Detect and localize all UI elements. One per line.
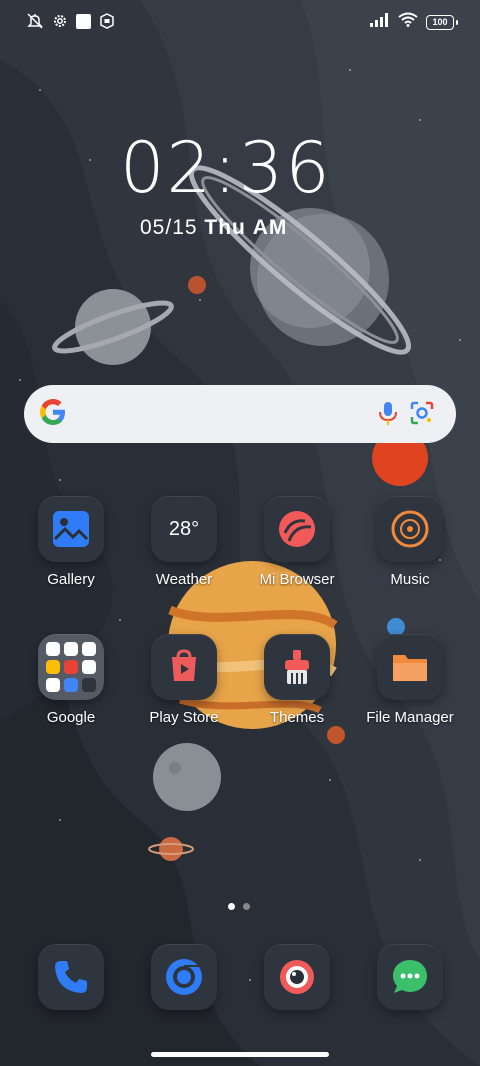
gesture-nav-bar[interactable] <box>151 1052 329 1057</box>
camera-icon <box>264 944 330 1010</box>
browser-icon <box>264 496 330 562</box>
meridiem: AM <box>252 216 288 239</box>
signal-icon <box>370 12 390 32</box>
weekday: Thu <box>204 216 246 239</box>
phone-icon <box>38 944 104 1010</box>
page-dot <box>243 903 250 910</box>
play-store-icon <box>151 634 217 700</box>
dock-camera[interactable] <box>242 944 352 1010</box>
settings-gear-icon <box>52 13 68 34</box>
file-manager-icon <box>377 634 443 700</box>
app-play-store[interactable]: Play Store <box>129 634 239 726</box>
page-dot-active <box>228 903 235 910</box>
dock-messages[interactable] <box>355 944 465 1010</box>
app-label: Mi Browser <box>259 571 335 588</box>
app-label: Weather <box>155 571 213 588</box>
clock-time[interactable]: 02:36 <box>120 128 332 208</box>
app-themes[interactable]: Themes <box>242 634 352 726</box>
dock-chrome[interactable] <box>129 944 239 1010</box>
themes-icon <box>264 634 330 700</box>
app-mi-browser[interactable]: Mi Browser <box>242 496 352 588</box>
app-gallery[interactable]: Gallery <box>16 496 126 588</box>
microphone-icon[interactable] <box>374 399 402 432</box>
messages-icon <box>377 944 443 1010</box>
app-label: Themes <box>269 709 325 726</box>
mute-vibrate-icon <box>26 12 44 35</box>
square-notification-icon <box>76 13 91 34</box>
chrome-icon <box>151 944 217 1010</box>
app-label: Gallery <box>47 571 95 588</box>
app-music[interactable]: Music <box>355 496 465 588</box>
shield-notification-icon <box>99 13 115 34</box>
weather-icon: 28° <box>151 496 217 562</box>
app-google-folder[interactable]: Google <box>16 634 126 726</box>
folder-icon <box>38 634 104 700</box>
app-label: Music <box>390 571 430 588</box>
google-search-bar[interactable] <box>24 385 456 443</box>
app-label: Google <box>46 709 96 726</box>
battery-icon: 100 <box>426 14 458 30</box>
app-file-manager[interactable]: File Manager <box>355 634 465 726</box>
date-value: 05/15 <box>140 216 198 239</box>
music-icon <box>377 496 443 562</box>
wifi-icon <box>398 12 418 32</box>
google-g-icon <box>38 397 68 432</box>
app-label: Play Store <box>149 709 219 726</box>
app-weather[interactable]: 28° Weather <box>129 496 239 588</box>
clock-date: 05/15 Thu AM <box>140 216 287 240</box>
status-bar: 100 <box>0 0 480 46</box>
lens-icon[interactable] <box>408 399 436 432</box>
weather-temperature: 28° <box>168 517 200 540</box>
dock-phone[interactable] <box>16 944 126 1010</box>
page-indicator <box>228 903 250 910</box>
gallery-icon <box>38 496 104 562</box>
app-label: File Manager <box>366 709 454 726</box>
